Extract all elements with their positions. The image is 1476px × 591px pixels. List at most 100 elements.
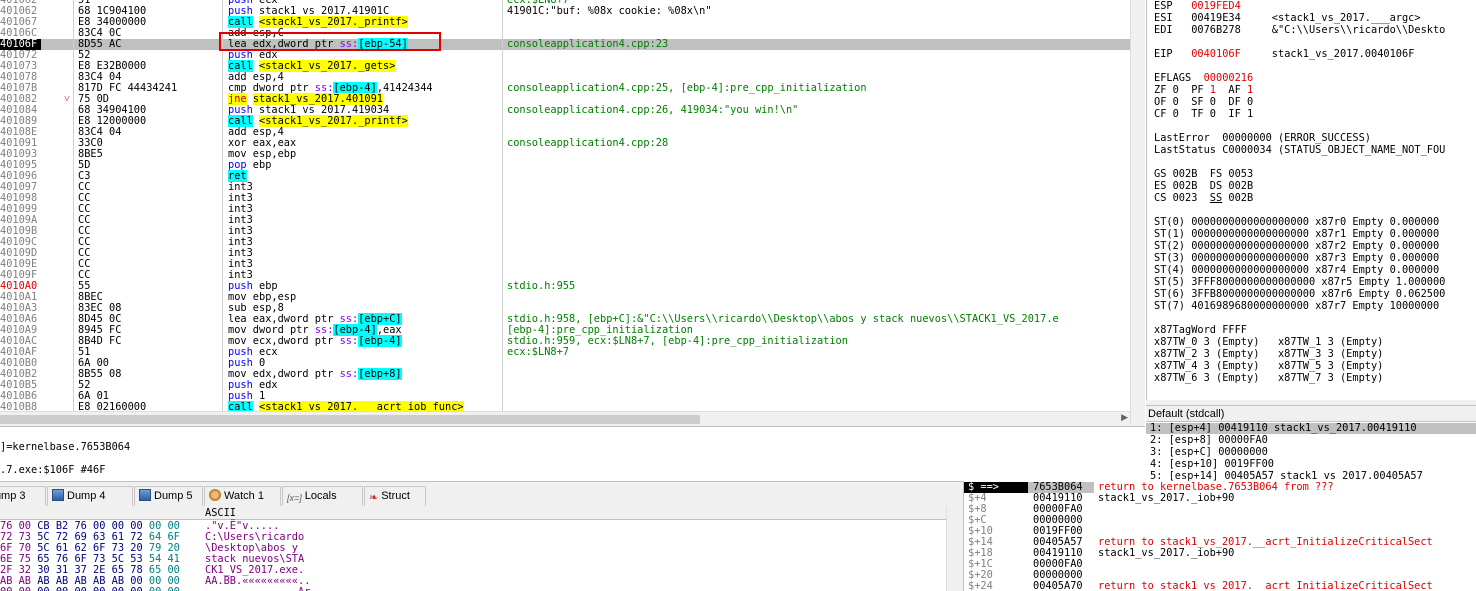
disasm-row[interactable]: 4010B0 6A 00 push 0 <box>0 358 1130 369</box>
register-line[interactable]: x87TW_6 3 (Empty) x87TW_7 3 (Empty) <box>1154 373 1383 384</box>
disasm-row[interactable]: 4010B2 8B55 08 mov edx,dword ptr ss:[ebp+8… <box>0 368 1130 380</box>
disasm-row[interactable]: 40109C CC int3 <box>0 237 1130 248</box>
register-line[interactable]: CS 0023 SS 002B <box>1154 193 1253 204</box>
disasm-row[interactable]: 401084 68 34904100 push stack1_vs_2017.419… <box>0 105 1130 116</box>
register-line[interactable]: x87TW_2 3 (Empty) x87TW_3 3 (Empty) <box>1154 349 1383 360</box>
register-line[interactable]: EIP 0040106F stack1_vs_2017.0040106F <box>1154 49 1414 60</box>
disasm-row[interactable]: 401093 8BE5 mov esp,ebp <box>0 149 1130 160</box>
register-text: CF 0 TF 0 IF 1 <box>1154 108 1254 120</box>
disasm-row[interactable]: 401091 33C0 xor eax,eax consoleapplication4… <box>0 138 1130 149</box>
call-argument[interactable]: 5: [esp+14] 00405A57 stack1_vs_2017.0040… <box>1150 471 1423 482</box>
dump-vertical-scrollbar[interactable] <box>946 506 963 591</box>
disasm-row[interactable]: 4010B8 E8 02160000 call <stack1_vs_2017.__… <box>0 401 1130 411</box>
register-line[interactable]: LastStatus C0000034 (STATUS_OBJECT_NAME_… <box>1154 145 1445 156</box>
register-line[interactable]: OF 0 SF 0 DF 0 <box>1154 97 1253 108</box>
register-line[interactable]: ESP 0019FED4 <box>1154 1 1241 12</box>
tab-locals[interactable]: [x=] Locals <box>282 486 363 506</box>
register-line[interactable]: EFLAGS 00000216 <box>1154 73 1253 84</box>
tab-label: Struct <box>381 490 410 502</box>
disasm-row[interactable]: 4010B5 52 push edx <box>0 380 1130 391</box>
disasm-horizontal-scrollbar[interactable]: ▶ <box>0 411 1130 426</box>
register-line[interactable]: ESI 00419E34 <stack1_vs_2017.___argc> <box>1154 13 1421 24</box>
instruction-token: ,41424344 <box>376 82 433 94</box>
register-line[interactable]: x87TW_4 3 (Empty) x87TW_5 3 (Empty) <box>1154 361 1383 372</box>
register-line[interactable]: ST(0) 0000000000000000000 x87r0 Empty 0.… <box>1154 217 1439 228</box>
call-argument[interactable]: 1: [esp+4] 00419110 stack1_vs_2017.00419… <box>1146 423 1476 434</box>
register-line[interactable]: LastError 00000000 (ERROR_SUCCESS) <box>1154 133 1371 144</box>
register-line[interactable]: ST(3) 0000000000000000000 x87r3 Empty 0.… <box>1154 253 1439 264</box>
tab-watch-1[interactable]: Watch 1 <box>204 486 281 506</box>
disasm-row[interactable]: 40109D CC int3 <box>0 248 1130 259</box>
register-line[interactable]: ST(7) 4016989680000000000 x87r7 Empty 10… <box>1154 301 1439 312</box>
disasm-row[interactable]: 4010AF 51 push ecx ecx:$LN8+7 <box>0 347 1130 358</box>
register-line[interactable]: ZF 0 PF 1 AF 1 <box>1154 85 1253 96</box>
register-text: SS <box>1209 192 1223 204</box>
dump-ascii: ...............Ar <box>205 587 310 591</box>
register-line[interactable]: ST(4) 0000000000000000000 x87r4 Empty 0.… <box>1154 265 1439 276</box>
disasm-row[interactable]: 401095 5D pop ebp <box>0 160 1130 171</box>
disasm-row[interactable]: 401097 CC int3 <box>0 182 1130 193</box>
comment: 41901C:"buf: %08x cookie: %08x\n" <box>507 5 712 17</box>
disasm-row[interactable]: 4010B6 6A 01 push 1 <box>0 391 1130 402</box>
tab-dump-3[interactable]: Dump 3 <box>0 486 46 506</box>
stack-offset: $+24 <box>968 580 993 591</box>
instruction-token: [ebp+8] <box>358 368 402 380</box>
register-line[interactable]: ST(2) 0000000000000000000 x87r2 Empty 0.… <box>1154 241 1439 252</box>
disasm-row[interactable]: 401073 E8 E32B0000 call <stack1_vs_2017._g… <box>0 60 1130 72</box>
disasm-row[interactable]: 401067 E8 34000000 call <stack1_vs_2017._p… <box>0 16 1130 28</box>
disassembly-view[interactable]: 401062 51 push ecx ecx:$LN8+7 401062 68 1C904… <box>0 0 1130 411</box>
disasm-row[interactable]: 401098 CC int3 <box>0 193 1130 204</box>
register-text: ST(2) 0000000000000000000 x87r2 Empty 0.… <box>1154 240 1440 252</box>
stack-row[interactable]: $+24 00405A70 return to stack1_vs_2017.__a… <box>964 581 1476 591</box>
register-line[interactable]: ST(6) 3FFB8000000000000000 x87r6 Empty 0… <box>1154 289 1445 300</box>
scroll-thumb[interactable] <box>0 415 700 424</box>
register-text: x87TW_0 3 (Empty) x87TW_1 3 (Empty) <box>1154 336 1384 348</box>
register-line[interactable]: x87TagWord FFFF <box>1154 325 1247 336</box>
tab-label: Watch 1 <box>224 490 264 502</box>
call-argument[interactable]: 4: [esp+10] 0019FF00 <box>1150 459 1274 470</box>
register-text: EFLAGS <box>1154 72 1204 84</box>
disasm-row[interactable]: 40109A CC int3 <box>0 215 1130 226</box>
locals-icon: [x=] <box>287 493 302 503</box>
tab-dump-5[interactable]: Dump 5 <box>134 486 203 506</box>
disasm-row[interactable]: 401099 CC int3 <box>0 204 1130 215</box>
disasm-row[interactable]: 401096 C3 ret <box>0 170 1130 182</box>
disasm-row[interactable]: 401072 52 push edx <box>0 50 1130 61</box>
disasm-row[interactable]: 40109B CC int3 <box>0 226 1130 237</box>
tab-dump-4[interactable]: Dump 4 <box>47 486 133 506</box>
register-text: x87TagWord FFFF <box>1154 324 1247 336</box>
calling-convention-header[interactable]: Default (stdcall) <box>1146 405 1476 422</box>
disasm-row[interactable]: 401089 E8 12000000 call <stack1_vs_2017._p… <box>0 115 1130 127</box>
call-arguments-panel[interactable]: 1: [esp+4] 00419110 stack1_vs_2017.00419… <box>1146 422 1476 481</box>
register-line[interactable]: ST(1) 0000000000000000000 x87r1 Empty 0.… <box>1154 229 1439 240</box>
disasm-row[interactable]: 40109E CC int3 <box>0 259 1130 270</box>
disasm-row[interactable]: 4010A0 55 push ebp stdio.h:955 <box>0 281 1130 292</box>
call-argument[interactable]: 2: [esp+8] 00000FA0 <box>1150 435 1268 446</box>
register-line[interactable]: ES 002B DS 002B <box>1154 181 1253 192</box>
registers-panel[interactable]: ESP 0019FED4 ESI 00419E34 <stack1_vs_2017… <box>1146 0 1476 400</box>
register-line[interactable]: CF 0 TF 0 IF 1 <box>1154 109 1253 120</box>
stack-view[interactable]: $ ==> 7653B064 return to kernelbase.7653B0… <box>963 481 1476 591</box>
register-text: 00000216 <box>1203 72 1254 84</box>
register-line[interactable]: EDI 0076B278 &"C:\\Users\\ricardo\\Deskt… <box>1154 25 1445 36</box>
struct-icon: ❧ <box>369 492 379 504</box>
disasm-row[interactable]: 40107B 817D FC 44434241 cmp dword ptr ss:[… <box>0 82 1130 94</box>
register-text: ESP <box>1154 0 1192 12</box>
register-text: ST(7) 4016989680000000000 x87r7 Empty 10… <box>1154 300 1440 312</box>
column-divider <box>222 0 223 411</box>
tab-struct[interactable]: ❧ Struct <box>364 486 426 506</box>
dump-header: ASCII <box>0 506 946 520</box>
instruction-token: ebp <box>246 159 272 171</box>
register-text: 0019FED4 <box>1191 0 1241 12</box>
memory-dump-view[interactable]: ASCII 76 00 CB B2 76 00 00 00 00 00 ."v.Ë… <box>0 506 946 591</box>
disasm-row[interactable]: 401062 68 1C904100 push stack1_vs_2017.419… <box>0 6 1130 17</box>
disasm-row[interactable]: 4010A1 8BEC mov ebp,esp <box>0 292 1130 303</box>
call-argument[interactable]: 3: [esp+C] 00000000 <box>1150 447 1268 458</box>
register-text: OF 0 SF 0 DF 0 <box>1154 96 1254 108</box>
register-line[interactable]: x87TW_0 3 (Empty) x87TW_1 3 (Empty) <box>1154 337 1383 348</box>
register-line[interactable]: ST(5) 3FFF8000000000000000 x87r5 Empty 1… <box>1154 277 1445 288</box>
disasm-vertical-scrollbar[interactable] <box>1130 0 1145 426</box>
register-line[interactable]: GS 002B FS 0053 <box>1154 169 1253 180</box>
disasm-row[interactable]: 40106F 8D55 AC lea edx,dword ptr ss:[ebp-5… <box>0 38 1130 50</box>
scroll-right-icon[interactable]: ▶ <box>1121 413 1128 423</box>
